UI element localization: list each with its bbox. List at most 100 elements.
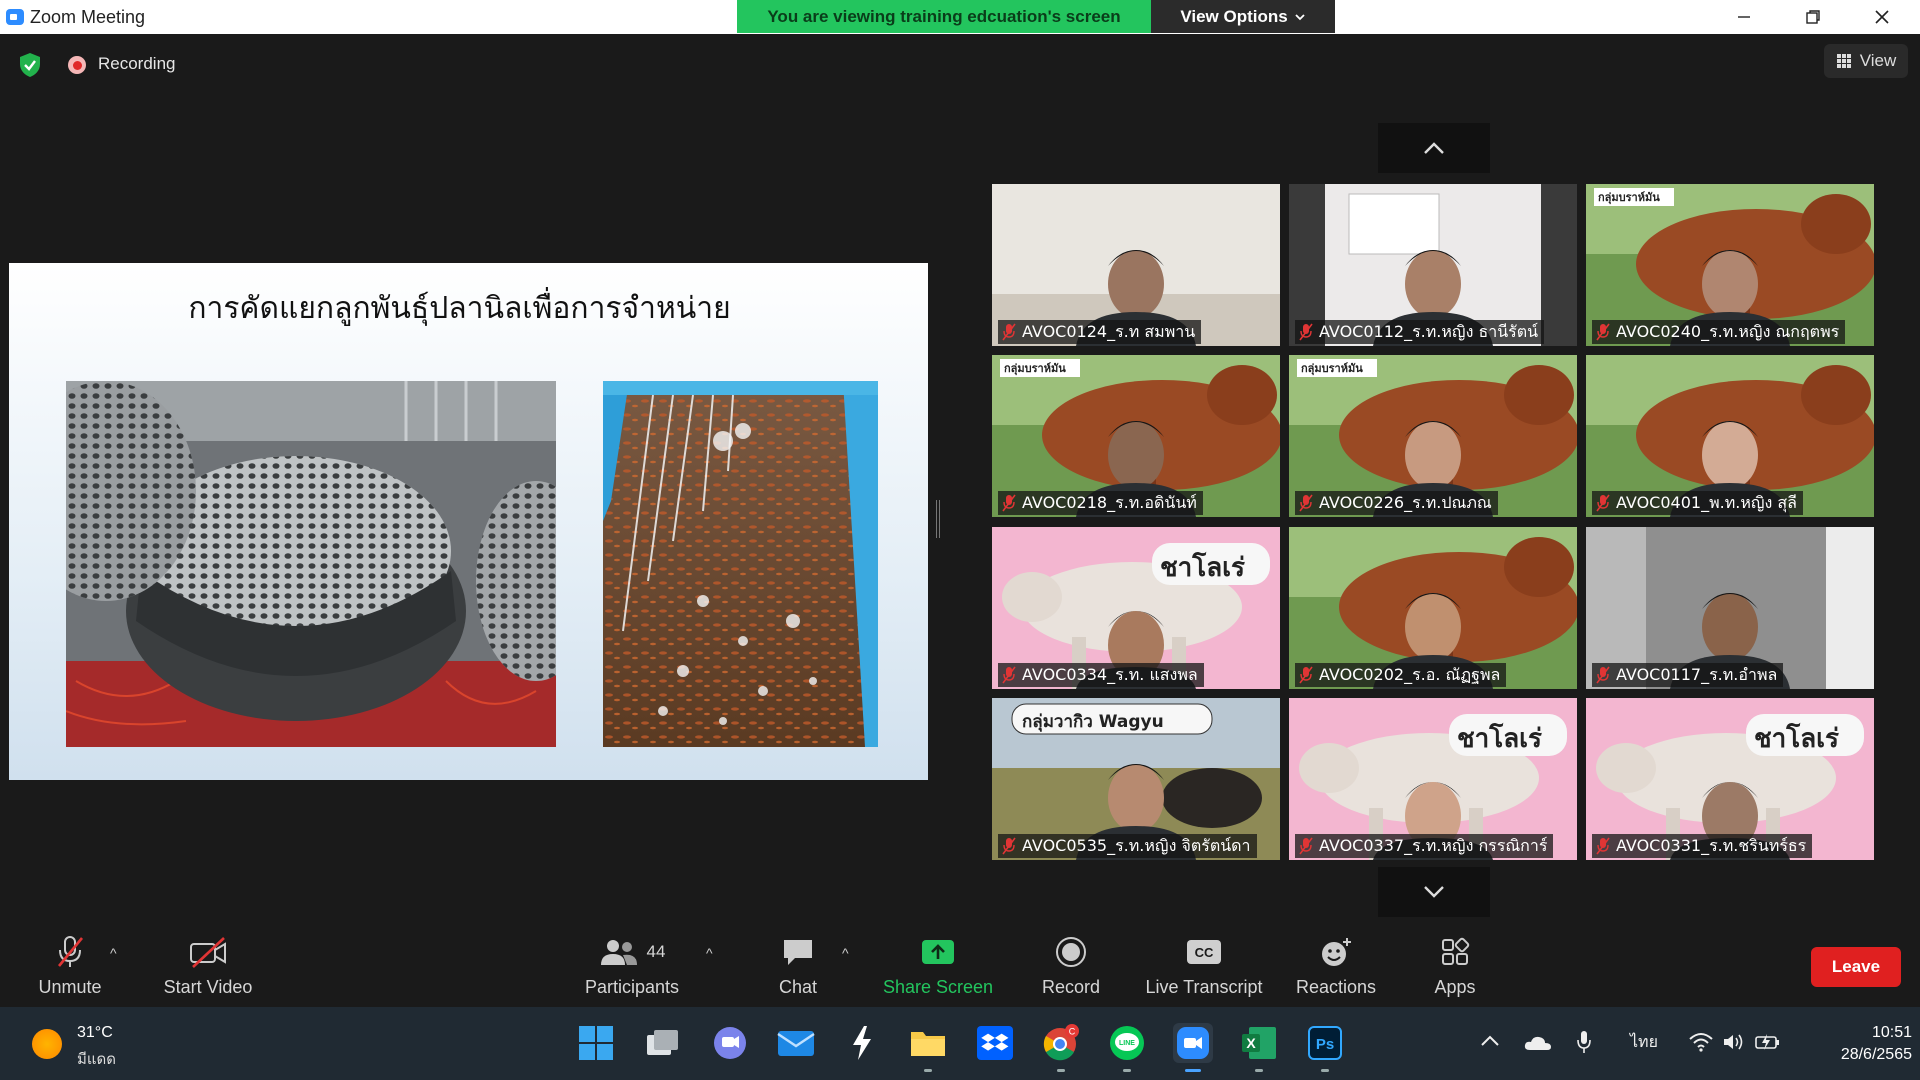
participant-name: AVOC0535_ร.ท.หญิง จิตรัตน์ดา <box>1022 835 1251 855</box>
participant-tile[interactable]: AVOC0401_พ.ท.หญิง สุลี <box>1586 355 1874 517</box>
line-label: LINE <box>1119 1040 1135 1047</box>
participant-name: AVOC0401_พ.ท.หญิง สุลี <box>1616 492 1797 512</box>
chat-button[interactable]: Chat <box>770 935 826 998</box>
chrome-button[interactable]: C <box>1041 1023 1081 1072</box>
apps-label: Apps <box>1434 977 1476 997</box>
share-screen-button[interactable]: Share Screen <box>880 935 996 998</box>
start-video-label: Start Video <box>163 977 253 997</box>
participant-tile[interactable]: ชาโลเร่ AVOC0331_ร.ท.ชรินทร์ธร <box>1586 698 1874 860</box>
view-options-button[interactable]: View Options <box>1151 0 1335 33</box>
photoshop-button[interactable]: Ps <box>1305 1023 1345 1072</box>
background-label: กลุ่มบราห์มัน <box>1004 362 1066 375</box>
participants-label: Participants <box>584 977 680 997</box>
teams-chat-button[interactable] <box>710 1023 750 1063</box>
participants-options-caret[interactable]: ^ <box>706 945 713 961</box>
chevron-up-tray-icon[interactable] <box>1480 1034 1500 1048</box>
slide-photo-strainer-baskets <box>66 381 556 747</box>
mic-muted-icon <box>57 936 84 967</box>
mic-muted-icon <box>1299 323 1313 341</box>
apps-button[interactable]: Apps <box>1428 935 1482 998</box>
background-label: กลุ่มวากิว Wagyu <box>1022 712 1164 732</box>
zoom-taskbar-button[interactable] <box>1173 1023 1213 1072</box>
leave-button[interactable]: Leave <box>1811 947 1901 987</box>
restore-button[interactable] <box>1785 0 1841 33</box>
participant-tile[interactable]: AVOC0124_ร.ท สมพาน <box>992 184 1280 346</box>
lightning-app-icon <box>853 1026 871 1060</box>
participant-tile[interactable]: ชาโลเร่ AVOC0337_ร.ท.หญิง กรรณิการ์ <box>1289 698 1577 860</box>
unmute-label: Unmute <box>38 977 102 997</box>
excel-button[interactable]: X <box>1239 1023 1279 1072</box>
close-icon <box>1875 9 1889 24</box>
wifi-icon[interactable] <box>1688 1032 1714 1052</box>
mail-button[interactable] <box>776 1023 816 1063</box>
chevron-up-icon <box>1424 142 1444 154</box>
participant-tile[interactable]: กลุ่มวากิว Wagyu AVOC0535_ร.ท.หญิง จิตรัต… <box>992 698 1280 860</box>
view-options-label: View Options <box>1180 6 1288 26</box>
volume-icon[interactable] <box>1722 1032 1746 1052</box>
participant-name-bar: AVOC0112_ร.ท.หญิง ธานีรัตน์ <box>1295 320 1545 344</box>
dropbox-icon <box>977 1026 1013 1060</box>
participant-tile[interactable]: ชาโลเร่ AVOC0334_ร.ท. แสงพล <box>992 527 1280 689</box>
teams-chat-icon <box>714 1027 746 1059</box>
reactions-button[interactable]: Reactions <box>1290 935 1382 998</box>
cc-badge-text: CC <box>1194 944 1214 960</box>
chat-icon <box>784 940 812 965</box>
start-video-button[interactable]: Start Video <box>156 935 260 998</box>
gallery-page-up-button[interactable] <box>1378 123 1490 173</box>
meeting-toolbar: Unmute ^ Start Video 44 Participants ^ C… <box>0 927 1920 1007</box>
minimize-button[interactable] <box>1716 0 1772 33</box>
mic-muted-icon <box>1002 837 1016 855</box>
gallery-page-down-button[interactable] <box>1378 867 1490 917</box>
participant-tile[interactable]: AVOC0117_ร.ท.อำพล <box>1586 527 1874 689</box>
photoshop-icon: Ps <box>1308 1026 1342 1060</box>
dropbox-button[interactable] <box>975 1023 1015 1063</box>
input-language[interactable]: ไทย <box>1630 1030 1658 1055</box>
record-icon <box>1056 937 1086 967</box>
participant-name: AVOC0202_ร.อ. ณัฏฐพล <box>1319 664 1501 684</box>
microphone-tray-icon[interactable] <box>1576 1030 1592 1054</box>
mail-icon <box>777 1031 815 1056</box>
shared-screen-slide: การคัดแยกลูกพันธุ์ปลานิลเพื่อการจำหน่าย <box>9 263 928 780</box>
view-label: View <box>1859 51 1897 70</box>
recording-label: Recording <box>98 54 176 73</box>
chat-options-caret[interactable]: ^ <box>842 945 849 961</box>
video-off-icon <box>190 937 226 968</box>
record-button[interactable]: Record <box>1038 935 1104 998</box>
participant-tile[interactable]: AVOC0202_ร.อ. ณัฏฐพล <box>1289 527 1577 689</box>
audio-options-caret[interactable]: ^ <box>110 945 117 961</box>
zoom-app-icon <box>6 9 24 25</box>
participant-name: AVOC0226_ร.ท.ปณภณ <box>1319 492 1492 512</box>
chevron-down-icon <box>1295 13 1305 20</box>
background-label: กลุ่มบราห์มัน <box>1301 362 1363 375</box>
participant-tile[interactable]: กลุ่มบราห์มัน AVOC0218_ร.ท.อดินันท์ <box>992 355 1280 517</box>
participants-button[interactable]: 44 Participants <box>578 935 686 998</box>
start-button[interactable] <box>576 1023 616 1063</box>
task-view-button[interactable] <box>643 1023 683 1063</box>
windows-logo-icon <box>579 1026 613 1060</box>
background-label: กลุ่มบราห์มัน <box>1598 191 1660 204</box>
mic-muted-icon <box>1299 837 1313 855</box>
zoom-icon <box>1177 1027 1209 1059</box>
file-explorer-button[interactable] <box>908 1023 948 1072</box>
ps-label: Ps <box>1316 1036 1334 1053</box>
view-button[interactable]: View <box>1824 44 1908 78</box>
mic-muted-icon <box>1596 666 1610 684</box>
participant-name-bar: AVOC0337_ร.ท.หญิง กรรณิการ์ <box>1295 834 1554 858</box>
split-divider-handle[interactable] <box>936 500 940 538</box>
participant-name: AVOC0117_ร.ท.อำพล <box>1616 664 1778 684</box>
shield-icon[interactable] <box>18 52 42 78</box>
task-view-icon <box>647 1030 678 1055</box>
participant-tile[interactable]: กลุ่มบราห์มัน AVOC0240_ร.ท.หญิง ณกฤตพร <box>1586 184 1874 346</box>
onedrive-cloud-icon[interactable] <box>1524 1034 1552 1052</box>
battery-charging-icon[interactable] <box>1754 1032 1782 1052</box>
app-lightning-button[interactable] <box>842 1023 882 1063</box>
participant-name-bar: AVOC0218_ร.ท.อดินันท์ <box>998 491 1203 515</box>
unmute-button[interactable]: Unmute <box>28 935 112 998</box>
system-clock[interactable]: 10:51 28/6/2565 <box>1800 1022 1912 1066</box>
participant-tile[interactable]: AVOC0112_ร.ท.หญิง ธานีรัตน์ <box>1289 184 1577 346</box>
weather-sun-icon[interactable] <box>32 1029 62 1059</box>
live-transcript-button[interactable]: CC Live Transcript <box>1142 935 1266 998</box>
close-button[interactable] <box>1854 0 1910 33</box>
participant-tile[interactable]: กลุ่มบราห์มัน AVOC0226_ร.ท.ปณภณ <box>1289 355 1577 517</box>
line-button[interactable]: LINE <box>1107 1023 1147 1072</box>
